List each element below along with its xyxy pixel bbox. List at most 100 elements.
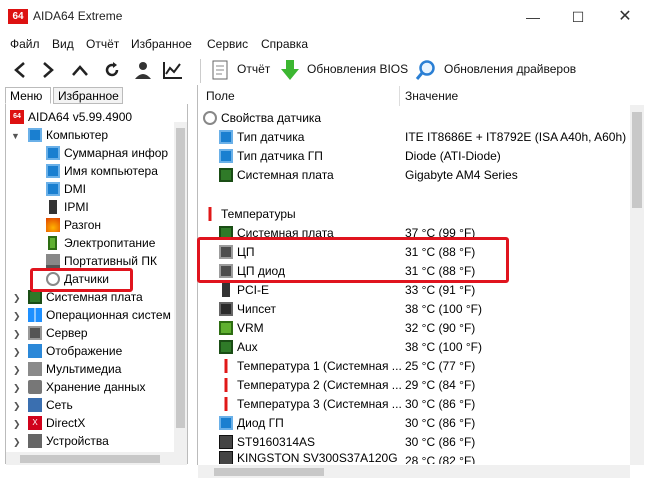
speaker-icon (28, 362, 42, 376)
tree-item-ipmi[interactable]: IPMI (46, 198, 89, 216)
expand-arrow-icon[interactable]: ❯ (13, 437, 21, 448)
field-name: ST9160314AS (237, 434, 316, 449)
tree-item-power[interactable]: Электропитание (46, 234, 155, 252)
field-name: Температура 2 (Системная ... (237, 377, 402, 392)
tab-favorites[interactable]: Избранное (53, 87, 123, 104)
tree-vertical-scroll-thumb[interactable] (176, 128, 185, 428)
details-horizontal-scroll-thumb[interactable] (214, 468, 324, 476)
pcie-icon (222, 282, 230, 297)
column-header-value[interactable]: Значение (405, 89, 458, 103)
minimize-icon[interactable]: — (518, 6, 548, 28)
menu-help[interactable]: Справка (261, 37, 308, 51)
menu-favorites[interactable]: Избранное (131, 37, 192, 51)
thermometer-icon (203, 206, 217, 221)
up-icon[interactable] (68, 58, 92, 82)
tree-item-label: Электропитание (64, 236, 156, 250)
expand-arrow-icon[interactable]: ❯ (13, 311, 21, 322)
driver-updates-button[interactable]: Обновления драйверов (444, 62, 576, 76)
report-icon[interactable] (208, 58, 232, 82)
tree-item-computer[interactable]: Компьютер (28, 126, 108, 144)
tree-item-overclock[interactable]: Разгон (46, 216, 101, 234)
forward-icon[interactable] (36, 58, 60, 82)
download-arrow-icon[interactable] (278, 58, 302, 82)
field-value: ITE IT8686E + IT8792E (ISA A40h, A60h) (405, 130, 627, 144)
tree-item-label: Суммарная инфор (64, 146, 169, 160)
aux-icon (219, 339, 233, 354)
details-vertical-scroll-thumb[interactable] (632, 112, 642, 208)
table-row[interactable]: VRM (219, 318, 264, 337)
directx-icon: X (28, 416, 42, 430)
table-row[interactable]: Температура 2 (Системная ... (219, 375, 402, 394)
field-value: Gigabyte AM4 Series (405, 168, 518, 182)
thermometer-icon (219, 377, 233, 392)
table-row[interactable]: ST9160314AS (219, 432, 315, 451)
tree-item-server[interactable]: Сервер (28, 324, 88, 342)
table-row[interactable]: Чипсет (219, 299, 276, 318)
section-temperatures[interactable]: Температуры (203, 204, 296, 223)
thermometer-icon (219, 396, 233, 411)
menu-service[interactable]: Сервис (207, 37, 248, 51)
tree-item-storage[interactable]: Хранение данных (28, 378, 146, 396)
display-icon (28, 344, 42, 358)
expand-arrow-icon[interactable]: ❯ (13, 401, 21, 412)
tree-item-label: Сервер (46, 326, 88, 340)
table-row[interactable]: Температура 3 (Системная ... (219, 394, 402, 413)
bios-updates-button[interactable]: Обновления BIOS (307, 62, 408, 76)
field-value: 38 °C (100 °F) (405, 302, 482, 316)
collapse-arrow-icon[interactable]: ▼ (11, 131, 20, 141)
field-name: VRM (237, 320, 264, 335)
field-name: Диод ГП (237, 415, 284, 430)
menu-file[interactable]: Файл (10, 37, 40, 51)
tree-item-os[interactable]: Операционная систем (28, 306, 171, 324)
tree-item-multimedia[interactable]: Мультимедиа (28, 360, 121, 378)
tree-root-label: AIDA64 v5.99.4900 (28, 110, 133, 124)
menu-report[interactable]: Отчёт (86, 37, 119, 51)
tree-item-computer-name[interactable]: Имя компьютера (46, 162, 158, 180)
tree-item-network[interactable]: Сеть (28, 396, 73, 414)
expand-arrow-icon[interactable]: ❯ (13, 347, 21, 358)
tree-item-label: Системная плата (46, 290, 143, 304)
ssd-icon (219, 451, 233, 464)
field-value: 30 °C (86 °F) (405, 397, 476, 411)
close-icon[interactable]: ✕ (610, 6, 640, 28)
server-icon (28, 326, 42, 340)
tree-item-dmi[interactable]: DMI (46, 180, 86, 198)
list-item[interactable]: Тип датчика (219, 127, 304, 146)
table-row[interactable]: Температура 1 (Системная ... (219, 356, 402, 375)
expand-arrow-icon[interactable]: ❯ (13, 329, 21, 340)
magnifier-icon[interactable] (414, 58, 438, 82)
expand-arrow-icon[interactable]: ❯ (13, 383, 21, 394)
user-icon[interactable] (131, 58, 155, 82)
maximize-icon[interactable]: ☐ (563, 6, 593, 28)
column-header-field[interactable]: Поле (206, 89, 235, 103)
report-button[interactable]: Отчёт (237, 62, 270, 76)
column-separator[interactable] (399, 86, 400, 106)
motherboard-icon (219, 167, 233, 182)
section-sensor-props[interactable]: Свойства датчика (203, 108, 321, 127)
tree-item-label: DMI (64, 182, 86, 196)
tree-item-directx[interactable]: X DirectX (28, 414, 85, 432)
expand-arrow-icon[interactable]: ❯ (13, 365, 21, 376)
table-row[interactable]: Диод ГП (219, 413, 284, 432)
back-icon[interactable] (8, 58, 32, 82)
expand-arrow-icon[interactable]: ❯ (13, 419, 21, 430)
tree-root[interactable]: 64 AIDA64 v5.99.4900 (10, 108, 132, 126)
flame-icon (46, 218, 60, 232)
refresh-icon[interactable] (100, 58, 124, 82)
table-row[interactable]: KINGSTON SV300S37A120G (219, 451, 398, 464)
thermometer-icon (219, 358, 233, 373)
expand-arrow-icon[interactable]: ❯ (13, 293, 21, 304)
tab-menu[interactable]: Меню (5, 87, 51, 104)
tree-item-summary[interactable]: Суммарная инфор (46, 144, 168, 162)
field-name: Температура 3 (Системная ... (237, 396, 402, 411)
list-item[interactable]: Системная плата (219, 165, 334, 184)
tree-item-display[interactable]: Отображение (28, 342, 122, 360)
table-row[interactable]: Aux (219, 337, 258, 356)
tree-horizontal-scroll-thumb[interactable] (20, 455, 160, 463)
field-value: 30 °C (86 °F) (405, 435, 476, 449)
tree-item-devices[interactable]: Устройства (28, 432, 109, 450)
field-value: 25 °C (77 °F) (405, 359, 476, 373)
menu-view[interactable]: Вид (52, 37, 74, 51)
chart-icon[interactable] (161, 58, 185, 82)
list-item[interactable]: Тип датчика ГП (219, 146, 323, 165)
